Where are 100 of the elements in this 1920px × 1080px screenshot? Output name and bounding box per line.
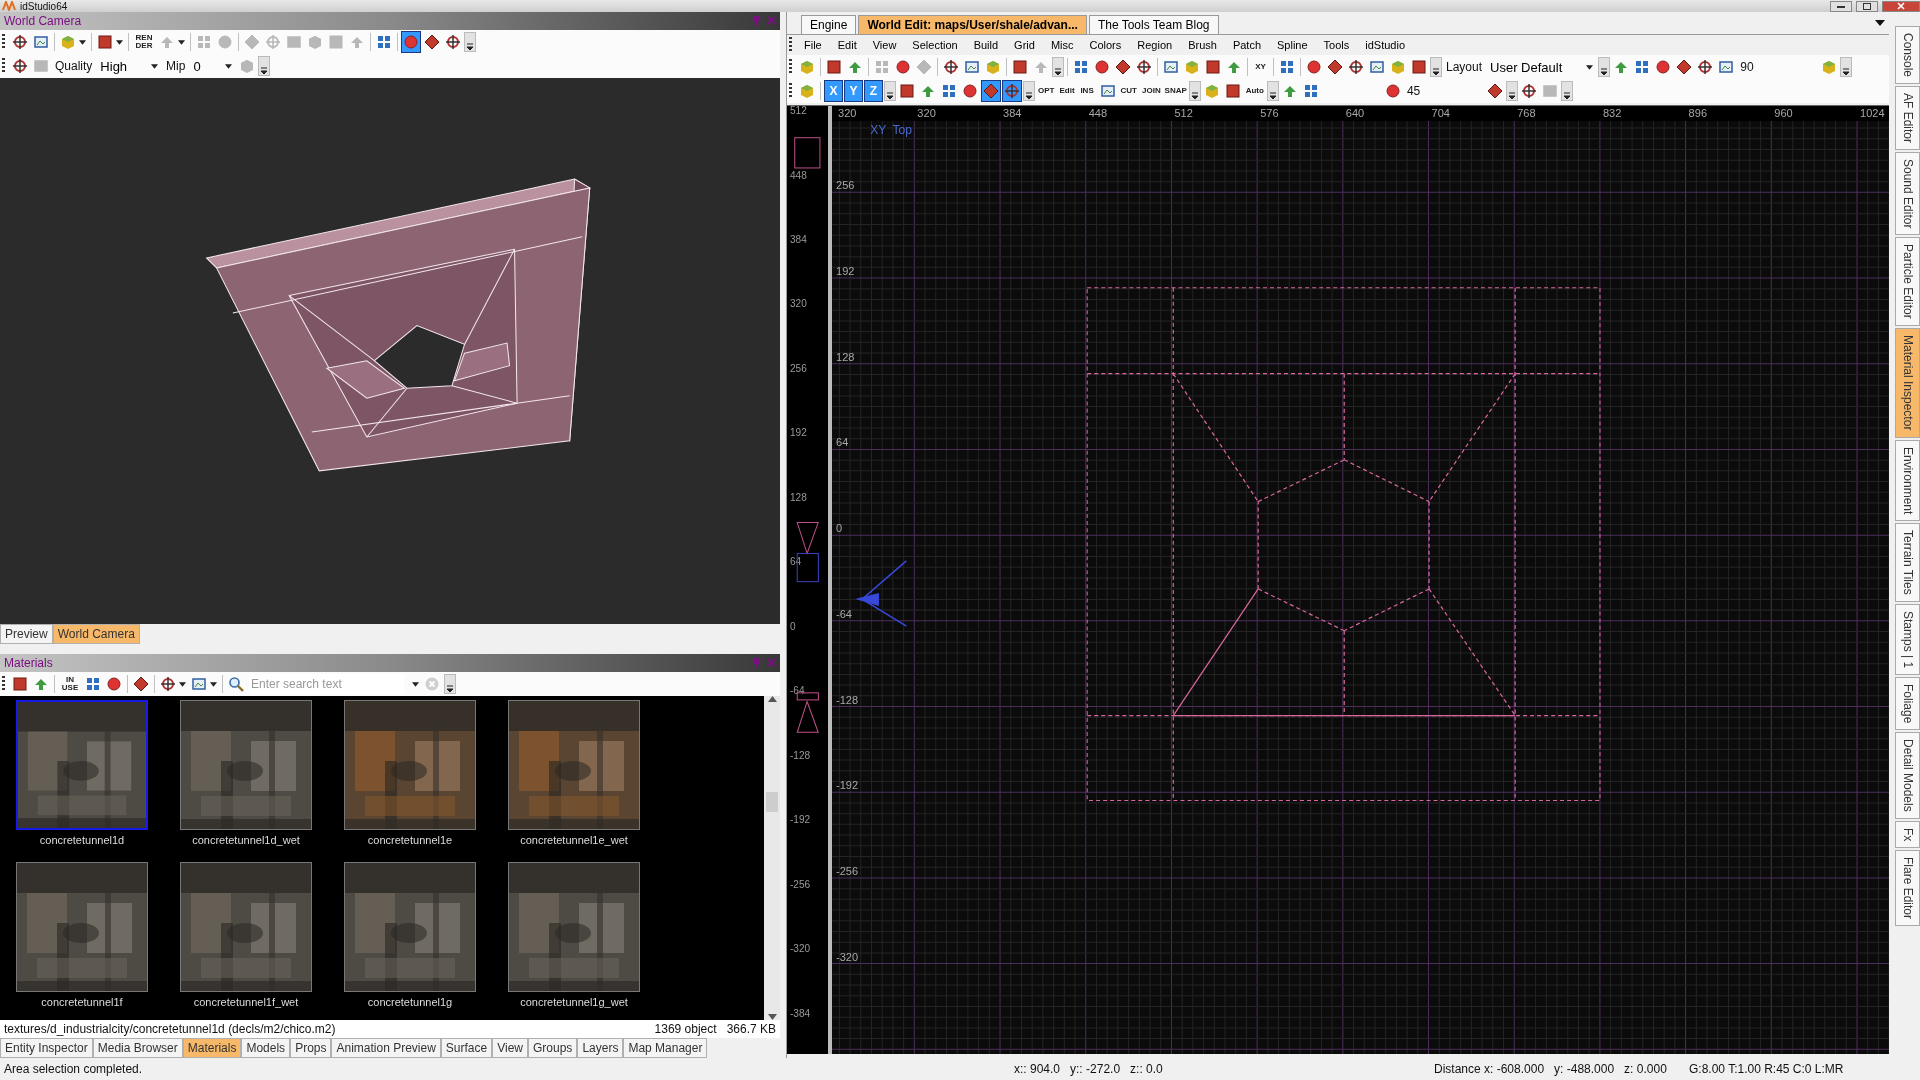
material-name[interactable]: concretetunnel1d bbox=[39, 834, 125, 846]
material-name[interactable]: concretetunnel1g_wet bbox=[520, 996, 628, 1008]
material-name[interactable]: concretetunnel1f_wet bbox=[193, 996, 299, 1008]
overflow-button[interactable] bbox=[884, 81, 896, 101]
side-tab[interactable]: Environment bbox=[1895, 439, 1920, 521]
grid-icon bbox=[1279, 59, 1295, 75]
menu-item[interactable]: Edit bbox=[829, 39, 865, 51]
menu-item[interactable]: Region bbox=[1129, 39, 1181, 51]
diamond-icon bbox=[916, 59, 932, 75]
tool-button[interactable]: XY bbox=[1251, 56, 1270, 78]
overflow-button[interactable] bbox=[1598, 57, 1611, 77]
panel-tab[interactable]: Groups bbox=[528, 1038, 578, 1058]
tool-button[interactable]: Edit bbox=[1057, 80, 1077, 102]
view-tab[interactable]: Preview bbox=[0, 624, 53, 644]
tool-button[interactable]: OPT bbox=[1036, 80, 1057, 102]
side-tab[interactable]: Material Inspector bbox=[1895, 328, 1920, 438]
panel-tab[interactable]: Models bbox=[241, 1038, 291, 1058]
side-tab[interactable]: Foliage bbox=[1895, 676, 1920, 731]
tool-button[interactable]: REN DER bbox=[132, 31, 156, 53]
side-tab[interactable]: Sound Editor bbox=[1895, 152, 1920, 236]
chevron-icon bbox=[1190, 92, 1199, 100]
dropdown-field[interactable]: User Default bbox=[1486, 59, 1598, 75]
tool-button[interactable]: SNAP bbox=[1163, 80, 1188, 102]
material-name[interactable]: concretetunnel1e_wet bbox=[520, 834, 628, 846]
toolbar-grip[interactable] bbox=[2, 34, 5, 50]
material-name[interactable]: concretetunnel1f bbox=[41, 996, 123, 1008]
scrollbar[interactable] bbox=[764, 696, 780, 1020]
side-tab[interactable]: AF Editor bbox=[1895, 86, 1920, 151]
tool-button[interactable]: INS bbox=[1077, 80, 1097, 102]
toolbar-grip[interactable] bbox=[789, 37, 792, 53]
scroll-thumb[interactable] bbox=[766, 792, 778, 812]
close-button[interactable] bbox=[1882, 0, 1920, 12]
menu-item[interactable]: Spline bbox=[1269, 39, 1316, 51]
side-tab[interactable]: Detail Models bbox=[1895, 732, 1920, 819]
tool-button[interactable]: IN USE bbox=[58, 673, 82, 695]
side-tab[interactable]: Console bbox=[1895, 26, 1920, 85]
cube-icon bbox=[1203, 83, 1220, 99]
toolbar-grip[interactable] bbox=[789, 83, 792, 99]
tabs-menu-icon[interactable] bbox=[1875, 20, 1885, 26]
ruler-label: -320 bbox=[836, 950, 859, 963]
document-tab[interactable]: Engine bbox=[801, 15, 857, 34]
view-tab[interactable]: World Camera bbox=[52, 624, 140, 644]
panel-tab[interactable]: Entity Inspector bbox=[0, 1038, 93, 1058]
camera-viewport[interactable] bbox=[0, 78, 780, 624]
grid-viewport[interactable]: 320 320 384 448 512 576 640 704 768 832 896 960 1024 256 192 128 64 0 -64 -128 -192 -256 -320 XY Top bbox=[832, 106, 1889, 1054]
overflow-button[interactable] bbox=[444, 674, 456, 694]
panel-tab[interactable]: Map Manager bbox=[623, 1038, 708, 1058]
menu-item[interactable]: Colors bbox=[1081, 39, 1130, 51]
tool-button[interactable]: JOIN bbox=[1140, 80, 1163, 102]
maximize-button[interactable] bbox=[1856, 0, 1878, 12]
minimize-button[interactable] bbox=[1830, 0, 1852, 12]
side-tab[interactable]: Fx bbox=[1895, 820, 1920, 849]
panel-tab[interactable]: Media Browser bbox=[92, 1038, 183, 1058]
overflow-button[interactable] bbox=[1561, 81, 1574, 101]
menu-item[interactable]: Build bbox=[965, 39, 1007, 51]
overflow-button[interactable] bbox=[1839, 57, 1852, 77]
menu-item[interactable]: Grid bbox=[1006, 39, 1043, 51]
dropdown-field[interactable]: High bbox=[96, 58, 163, 74]
panel-tab[interactable]: Materials bbox=[182, 1038, 242, 1058]
document-tab[interactable]: The Tools Team Blog bbox=[1088, 15, 1219, 34]
menu-item[interactable]: Brush bbox=[1180, 39, 1225, 51]
panel-tab[interactable]: Layers bbox=[577, 1038, 624, 1058]
menu-item[interactable]: idStudio bbox=[1357, 39, 1414, 51]
menu-item[interactable]: Patch bbox=[1224, 39, 1270, 51]
tool-button[interactable]: Auto bbox=[1243, 80, 1266, 102]
crosshair-icon bbox=[160, 676, 176, 692]
tool-button[interactable]: CUT bbox=[1118, 80, 1139, 102]
toolbar-grip[interactable] bbox=[2, 58, 5, 74]
arrow-icon bbox=[920, 83, 936, 99]
side-tab[interactable]: Particle Editor bbox=[1895, 237, 1920, 327]
side-tab[interactable]: Terrain Tiles bbox=[1895, 522, 1920, 602]
overflow-button[interactable] bbox=[464, 32, 476, 52]
panel-tab[interactable]: Animation Preview bbox=[331, 1038, 441, 1058]
menu-item[interactable]: Tools bbox=[1315, 39, 1358, 51]
menu-item[interactable]: View bbox=[864, 39, 905, 51]
menu-item[interactable]: File bbox=[796, 39, 830, 51]
panel-tab[interactable]: Props bbox=[290, 1038, 332, 1058]
overflow-button[interactable] bbox=[1506, 81, 1519, 101]
document-tab[interactable]: World Edit: maps/User/shale/advan... bbox=[858, 15, 1087, 34]
toolbar-grip[interactable] bbox=[2, 676, 5, 692]
overflow-button[interactable] bbox=[1052, 57, 1064, 77]
overflow-button[interactable] bbox=[1266, 81, 1279, 101]
diamond-icon bbox=[1487, 83, 1504, 99]
menu-item[interactable]: Misc bbox=[1042, 39, 1082, 51]
menu-item[interactable]: Selection bbox=[904, 39, 966, 51]
panel-tab[interactable]: Surface bbox=[440, 1038, 493, 1058]
toolbar-grip[interactable] bbox=[789, 59, 792, 75]
side-tab[interactable]: Stamps | 1 bbox=[1895, 603, 1920, 675]
overflow-button[interactable] bbox=[257, 56, 270, 76]
cube-icon bbox=[307, 34, 323, 50]
panel-tab[interactable]: View bbox=[492, 1038, 528, 1058]
material-name[interactable]: concretetunnel1d_wet bbox=[192, 834, 300, 846]
search-field[interactable]: Enter search text bbox=[249, 674, 404, 694]
overflow-button[interactable] bbox=[1023, 81, 1035, 101]
material-name[interactable]: concretetunnel1g bbox=[367, 996, 453, 1008]
dropdown-field[interactable]: 0 bbox=[189, 58, 236, 74]
material-name[interactable]: concretetunnel1e bbox=[367, 834, 453, 846]
overflow-button[interactable] bbox=[1188, 81, 1201, 101]
overflow-button[interactable] bbox=[1430, 57, 1442, 77]
side-tab[interactable]: Flare Editor bbox=[1895, 850, 1920, 927]
